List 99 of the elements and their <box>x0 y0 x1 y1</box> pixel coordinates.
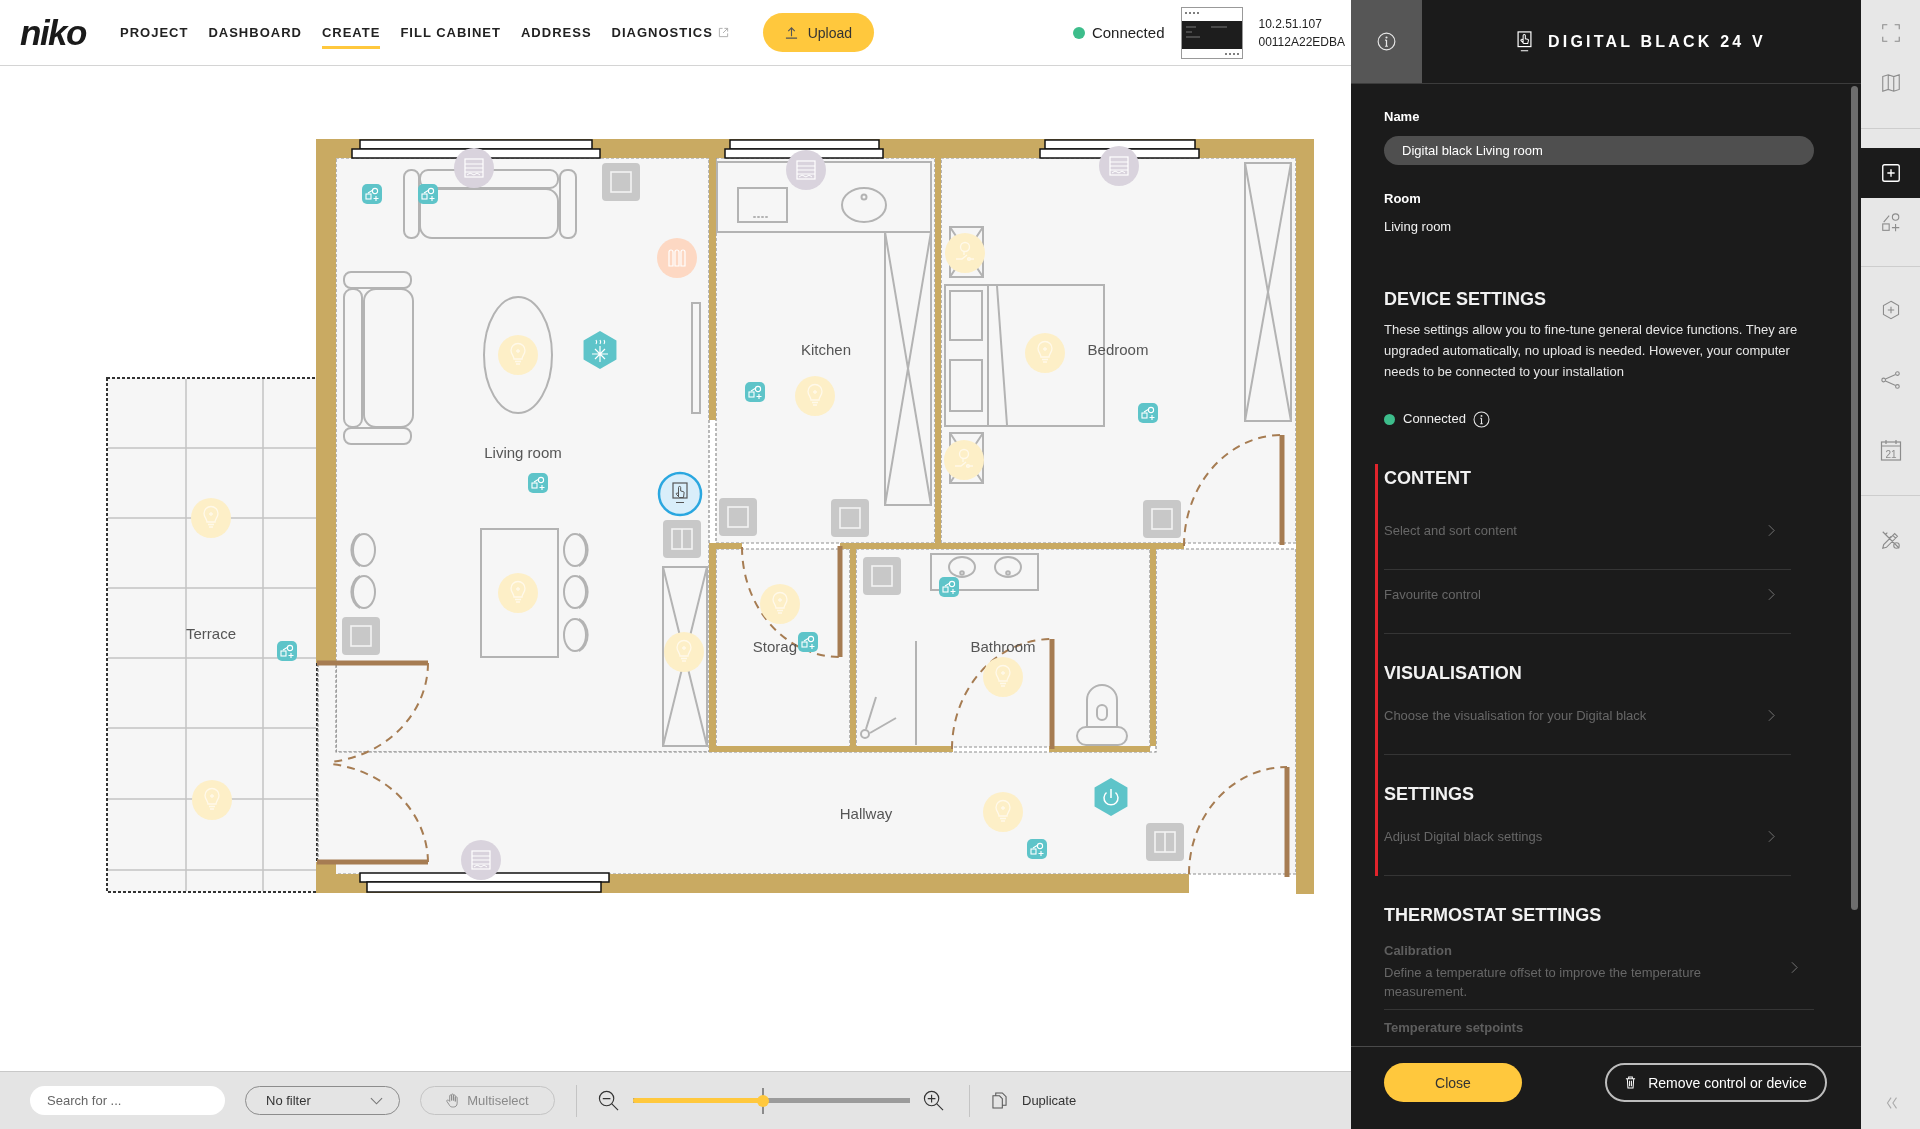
window-blind-icon[interactable] <box>1099 146 1139 186</box>
map-icon <box>1879 72 1902 94</box>
shape-add-icon[interactable] <box>745 382 765 402</box>
duplicate-button[interactable]: Duplicate <box>992 1092 1077 1109</box>
status-label: Connected <box>1403 410 1466 428</box>
room-label: Hallway <box>839 805 893 822</box>
field-label: Room <box>1384 191 1422 207</box>
zoom-out-icon[interactable] <box>598 1090 619 1111</box>
section-heading: SETTINGS <box>1384 783 1475 806</box>
chevron-right-icon <box>1791 960 1798 974</box>
section-heading: CONTENT <box>1384 467 1472 490</box>
sink-drawing <box>841 187 887 223</box>
nav-tab[interactable]: DIAGNOSTICS <box>611 16 729 49</box>
lamp-icon[interactable] <box>945 233 985 273</box>
info-icon <box>1377 32 1396 51</box>
power-hexagon-icon[interactable] <box>1094 778 1128 816</box>
nav-tab[interactable]: ADDRESS <box>521 16 592 49</box>
switch-icon[interactable] <box>342 617 380 655</box>
room-value: Living room <box>1384 219 1453 235</box>
chevron-right-icon <box>1768 588 1775 601</box>
upload-icon <box>784 26 798 39</box>
chevron-right-icon <box>1768 709 1775 722</box>
calendar-icon: 21 <box>1878 438 1903 462</box>
light-bulb-icon[interactable] <box>760 584 800 624</box>
slider-thumb[interactable] <box>757 1087 770 1114</box>
section-heading: DEVICE SETTINGS <box>1384 288 1548 311</box>
hand-icon <box>446 1093 460 1108</box>
close-button[interactable]: Close <box>1384 1063 1522 1102</box>
light-bulb-icon[interactable] <box>1025 333 1065 373</box>
light-bulb-icon[interactable] <box>983 792 1023 832</box>
search-field[interactable]: Search for ... <box>30 1086 225 1115</box>
shape-add-icon[interactable] <box>418 184 438 204</box>
nav-tab[interactable]: CREATE <box>321 16 381 49</box>
room-label: Storag <box>752 638 797 655</box>
snowflake-hexagon-icon[interactable] <box>583 331 617 369</box>
shape-add-icon[interactable] <box>798 632 818 652</box>
lamp-icon[interactable] <box>944 440 984 480</box>
nav-tab[interactable]: DASHBOARD <box>208 16 302 49</box>
shape-add-icon[interactable] <box>1027 839 1047 859</box>
zoom-in-icon[interactable] <box>923 1090 944 1111</box>
controller-image <box>1181 6 1244 59</box>
trash-icon <box>1625 1076 1637 1089</box>
logo[interactable]: niko <box>20 12 100 53</box>
toilet-drawing <box>1076 684 1128 746</box>
shape-add-icon[interactable] <box>362 184 382 204</box>
fullscreen-icon <box>1879 22 1902 44</box>
light-bulb-icon[interactable] <box>664 632 704 672</box>
light-bulb-icon[interactable] <box>191 498 231 538</box>
name-field[interactable]: Digital black Living room <box>1384 136 1814 165</box>
radiator-icon[interactable] <box>657 238 697 278</box>
switch-icon[interactable] <box>719 498 757 536</box>
serial-number: 00112A22EDBA <box>1258 33 1345 51</box>
touch-panel-icon <box>1517 30 1533 53</box>
shape-add-icon[interactable] <box>528 473 548 493</box>
info-tab[interactable] <box>1351 0 1422 83</box>
add-square-icon <box>1879 162 1902 184</box>
nav-tab[interactable]: FILL CABINET <box>400 16 501 49</box>
ip-address: 10.2.51.107 <box>1258 15 1323 33</box>
touch-panel-icon[interactable] <box>657 471 703 517</box>
room-label: Living room <box>484 444 562 461</box>
room-label: Bedroom <box>1087 341 1149 358</box>
switch-icon[interactable] <box>602 163 640 201</box>
shape-add-icon <box>1879 212 1902 234</box>
section-description: These settings allow you to fine-tune general device functions. They are upgraded automatically, no upload is needed. However, your computer needs to be connected to your installation <box>1384 321 1799 381</box>
room-label: Bathroom <box>970 638 1036 655</box>
light-bulb-icon[interactable] <box>192 780 232 820</box>
shape-add-icon[interactable] <box>1138 403 1158 423</box>
room-label: Terrace <box>186 625 236 642</box>
window-blind-icon[interactable] <box>454 148 494 188</box>
duplicate-icon <box>992 1092 1007 1109</box>
remove-button[interactable]: Remove control or device <box>1605 1063 1827 1102</box>
switch-icon[interactable] <box>831 499 869 537</box>
nodes-icon <box>1879 369 1902 391</box>
upload-button[interactable]: Upload <box>762 13 874 52</box>
room-label: Kitchen <box>801 341 851 358</box>
scrollbar[interactable] <box>1851 86 1858 910</box>
chevron-down-icon <box>370 1096 383 1105</box>
nav-tab[interactable]: PROJECT <box>120 16 189 49</box>
switch-icon[interactable] <box>863 557 901 595</box>
light-bulb-icon[interactable] <box>498 573 538 613</box>
tool-button[interactable] <box>1861 148 1920 198</box>
field-label: Name <box>1384 109 1421 125</box>
light-bulb-icon[interactable] <box>795 376 835 416</box>
info-icon[interactable] <box>1472 410 1490 428</box>
pencil-ruler-icon <box>1879 529 1902 551</box>
chevron-right-icon <box>1768 524 1775 537</box>
light-bulb-icon[interactable] <box>498 335 538 375</box>
shape-add-icon[interactable] <box>277 641 297 661</box>
chevron-right-icon <box>1768 830 1775 843</box>
hob-drawing <box>737 187 788 223</box>
light-bulb-icon[interactable] <box>983 657 1023 697</box>
double-switch-icon[interactable] <box>663 520 701 558</box>
double-switch-icon[interactable] <box>1146 823 1184 861</box>
status-label: Connected <box>1091 24 1165 41</box>
shape-add-icon[interactable] <box>939 577 959 597</box>
switch-icon[interactable] <box>1143 500 1181 538</box>
section-heading: VISUALISATION <box>1384 662 1523 685</box>
panel-title: DIGITAL BLACK 24 V <box>1548 32 1766 51</box>
section-heading: THERMOSTAT SETTINGS <box>1384 904 1603 927</box>
